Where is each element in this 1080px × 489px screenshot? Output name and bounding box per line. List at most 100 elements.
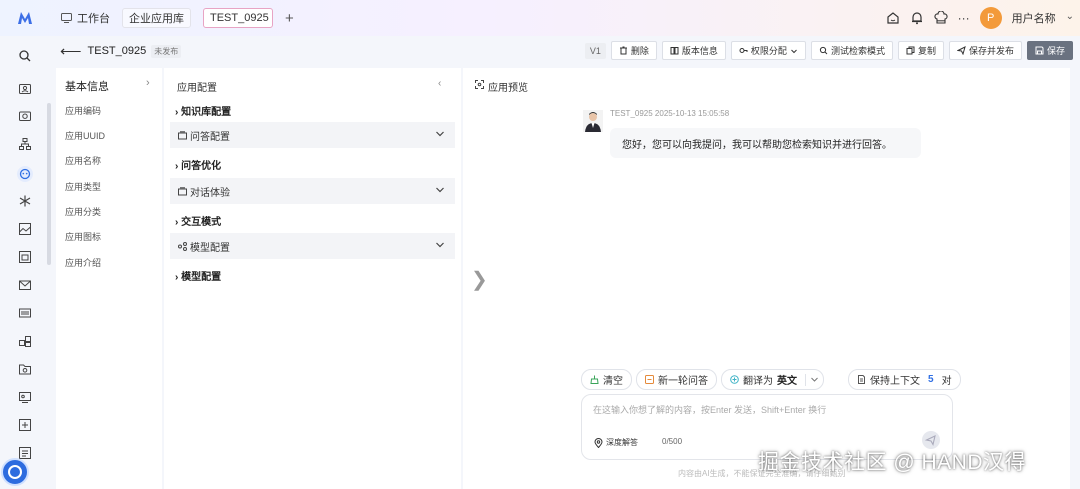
section-qa-optimize[interactable]: › 问答优化 [175, 157, 221, 172]
save-publish-label: 保存并发布 [968, 46, 1014, 56]
model-config-group-label: 模型配置 [190, 242, 230, 254]
app-library-tab[interactable]: 企业应用库 [122, 8, 191, 28]
copy-label: 复制 [917, 46, 936, 56]
user-avatar[interactable]: P [979, 7, 1002, 29]
copy-icon [906, 46, 915, 55]
info-item-intro[interactable]: 应用介绍 [65, 256, 101, 269]
test-search-mode-button[interactable]: 测试检索模式 [810, 41, 893, 60]
dialog-experience-label: 对话体验 [190, 187, 230, 199]
camera-icon[interactable] [18, 109, 32, 123]
app-config-panel: 应用配置 ‹ › 知识库配置 问答配置 › 问答优化 对话体验 › 交互模式 模… [164, 68, 461, 489]
context-count[interactable]: 5 [928, 374, 934, 385]
list-document-icon[interactable] [18, 446, 32, 460]
active-tab-label: TEST_0925 [210, 12, 269, 24]
save-button[interactable]: 保存 [1026, 41, 1073, 60]
back-arrow-icon[interactable]: ⟵ [60, 42, 82, 60]
context-suffix: 对 [941, 376, 952, 387]
deep-answer-toggle[interactable]: 深度解答 [594, 434, 638, 451]
clear-button[interactable]: 清空 [581, 369, 632, 390]
asterisk-icon[interactable] [18, 194, 32, 208]
qa-config-label: 问答配置 [190, 131, 230, 143]
save-and-publish-button[interactable]: 保存并发布 [948, 41, 1022, 60]
tab-test-0925[interactable]: TEST_0925 [203, 8, 273, 28]
workspace-tab[interactable]: 工作台 [55, 8, 116, 28]
expand-panel-icon[interactable]: ❯ [471, 267, 488, 292]
new-round-button[interactable]: 新一轮问答 [636, 369, 717, 390]
info-item-icon[interactable]: 应用图标 [65, 230, 101, 243]
group-model-config[interactable]: 模型配置 [170, 233, 455, 259]
delete-label: 删除 [630, 46, 649, 56]
search-icon [819, 46, 828, 55]
context-turns-control[interactable]: 保持上下文 5 对 [848, 369, 961, 390]
context-prefix: 保持上下文 [870, 376, 920, 387]
stack-icon [178, 187, 187, 196]
version-info-button[interactable]: 版本信息 [661, 41, 726, 60]
document-icon [858, 375, 865, 384]
username[interactable]: 用户名称 [1012, 10, 1056, 26]
section-knowledge-base[interactable]: › 知识库配置 [175, 103, 231, 118]
deep-answer-label: 深度解答 [606, 438, 638, 447]
version-badge: V1 [584, 42, 606, 59]
chip-divider [805, 373, 806, 386]
box-plus-icon[interactable] [18, 418, 32, 432]
save-label: 保存 [1046, 46, 1065, 56]
copy-button[interactable]: 复制 [897, 41, 944, 60]
folder-camera-icon[interactable] [18, 362, 32, 376]
page-header: ⟵ TEST_0925 未发布 V1 删除 版本信息 权限分配 测试检索模式 复… [50, 36, 1080, 66]
bot-message-bubble: 您好，您可以向我提问，我可以帮助您检索知识并进行回答。 [610, 128, 921, 158]
more-icon[interactable]: ··· [958, 11, 970, 25]
document-grid-icon[interactable] [18, 250, 32, 264]
new-chat-icon [645, 375, 654, 384]
delete-button[interactable]: 删除 [610, 41, 657, 60]
bell-icon[interactable] [910, 11, 924, 25]
chat-input[interactable] [593, 405, 933, 415]
basic-info-panel: 基本信息 › 应用编码 应用UUID 应用名称 应用类型 应用分类 应用图标 应… [56, 68, 162, 489]
chevron-right-icon[interactable]: › [146, 77, 150, 89]
chevron-down-icon [436, 131, 444, 137]
monitor-icon [61, 13, 72, 23]
model-nodes-icon [178, 242, 187, 251]
image-frame-icon[interactable] [18, 222, 32, 236]
chevron-down-icon [436, 187, 444, 193]
permission-label: 权限分配 [750, 46, 787, 56]
rail-scrollbar[interactable] [47, 103, 51, 265]
translate-dropdown[interactable]: 翻译为 英文 [721, 369, 824, 390]
info-item-code[interactable]: 应用编码 [65, 104, 101, 117]
mail-icon[interactable] [18, 278, 32, 292]
section-interaction-mode[interactable]: › 交互模式 [175, 213, 221, 228]
clear-label: 清空 [603, 376, 623, 387]
id-card-icon[interactable] [18, 82, 32, 96]
home-icon[interactable] [886, 11, 900, 25]
translate-language: 英文 [777, 376, 797, 387]
add-tab-button[interactable]: + [285, 10, 294, 27]
collapse-icon[interactable]: ‹ [438, 78, 441, 89]
info-item-type[interactable]: 应用类型 [65, 180, 101, 193]
chevron-down-icon[interactable]: ⌄ [1066, 11, 1074, 22]
barcode-icon[interactable] [18, 306, 32, 320]
version-info-label: 版本信息 [681, 46, 718, 56]
top-bar: 工作台 企业应用库 TEST_0925 + ··· P 用户名称 ⌄ [0, 0, 1080, 36]
org-tree-icon[interactable] [18, 137, 32, 151]
floating-assistant-button[interactable] [1, 458, 29, 486]
permission-dropdown[interactable]: 权限分配 [730, 41, 806, 60]
app-logo-icon[interactable] [17, 10, 33, 26]
info-item-uuid[interactable]: 应用UUID [65, 129, 105, 142]
preview-title: 应用预览 [488, 83, 528, 94]
watermark: 掘金技术社区 @ HAND汉得 [758, 451, 1026, 474]
send-icon [956, 46, 966, 55]
cubes-icon[interactable] [18, 334, 32, 348]
app-library-label: 企业应用库 [129, 13, 184, 25]
header-actions: V1 删除 版本信息 权限分配 测试检索模式 复制 保存并发布 保存 [584, 41, 1073, 60]
info-item-name[interactable]: 应用名称 [65, 154, 101, 167]
section-model-config[interactable]: › 模型配置 [175, 268, 221, 283]
group-qa-config[interactable]: 问答配置 [170, 122, 455, 148]
status-badge: 未发布 [151, 44, 182, 58]
search-icon[interactable] [18, 49, 32, 63]
config-title: 应用配置 [177, 83, 217, 94]
app-robot-icon[interactable] [16, 165, 34, 183]
monitor-settings-icon[interactable] [18, 390, 32, 404]
chevron-down-icon [811, 377, 818, 382]
group-dialog-experience[interactable]: 对话体验 [170, 178, 455, 204]
chef-hat-icon[interactable] [934, 11, 948, 25]
info-item-category[interactable]: 应用分类 [65, 205, 101, 218]
